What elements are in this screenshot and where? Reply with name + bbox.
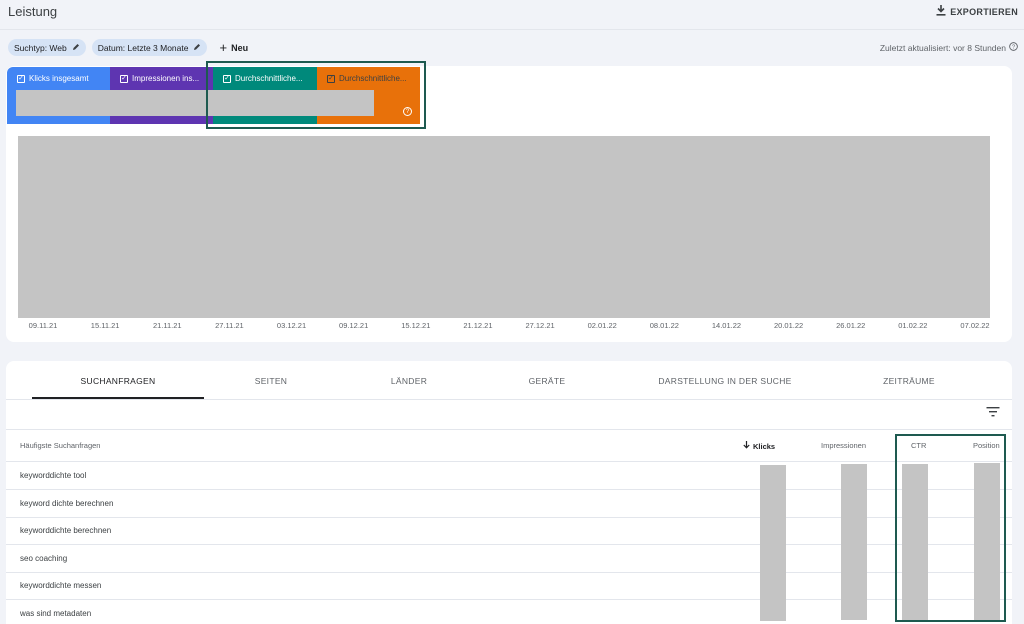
new-filter-button[interactable]: + Neu [219, 40, 248, 55]
tab-zeiträume[interactable]: ZEITRÄUME [883, 376, 935, 386]
filter-bar: Suchtyp: Web Datum: Letzte 3 Monate + Ne… [8, 39, 248, 56]
edit-icon [72, 43, 80, 53]
x-axis-tick-label: 14.01.22 [711, 321, 742, 330]
last-updated-label: Zuletzt aktualisiert: vor 8 Stunden [879, 42, 1006, 53]
metric-label: Klicks insgesamt [29, 74, 89, 83]
x-axis-tick-label: 26.01.22 [836, 321, 866, 330]
checkbox-icon[interactable]: ✓ [120, 74, 128, 83]
checkbox-icon[interactable]: ✓ [17, 74, 25, 83]
x-axis-tick-label: 27.12.21 [525, 321, 555, 330]
x-axis-tick-label: 01.02.22 [898, 321, 928, 330]
export-button[interactable]: EXPORTIEREN [936, 5, 1018, 18]
download-icon [936, 5, 946, 18]
help-icon[interactable]: ? [1009, 42, 1018, 53]
page-header: Leistung EXPORTIEREN [0, 0, 1024, 30]
query-cell: keyworddichte tool [20, 471, 87, 480]
tab-darstellung-in-der-suche[interactable]: DARSTELLUNG IN DER SUCHE [658, 376, 791, 386]
plus-icon: + [219, 40, 228, 55]
redacted-chart-area [18, 136, 990, 318]
highlight-box-ctr-position [895, 434, 1006, 622]
redacted-clicks-values [760, 465, 786, 621]
arrow-down-icon [743, 441, 750, 451]
x-axis-tick-label: 09.12.21 [339, 321, 369, 330]
last-updated: Zuletzt aktualisiert: vor 8 Stunden ? [880, 42, 1018, 53]
query-cell: was sind metadaten [20, 608, 92, 618]
query-cell: keyworddichte berechnen [20, 526, 112, 535]
column-header-impressions[interactable]: Impressionen [821, 441, 866, 450]
filter-icon[interactable] [986, 405, 1000, 417]
x-axis-tick-label: 21.12.21 [463, 321, 493, 330]
x-axis-tick-label: 15.12.21 [401, 321, 431, 330]
redacted-impressions-values [841, 464, 867, 620]
page-title: Leistung [8, 4, 58, 19]
tab-bar [6, 361, 1012, 400]
export-label: EXPORTIEREN [950, 6, 1018, 17]
edit-icon [193, 43, 201, 53]
column-header-query[interactable]: Häufigste Suchanfragen [20, 441, 100, 450]
tab-geräte[interactable]: GERÄTE [529, 376, 566, 386]
tab-seiten[interactable]: SEITEN [255, 376, 288, 386]
column-header-clicks-label: Klicks [753, 441, 776, 451]
new-filter-label: Neu [231, 42, 249, 53]
query-cell: seo coaching [20, 553, 68, 563]
search-type-chip[interactable]: Suchtyp: Web [8, 39, 86, 56]
x-axis-tick-label: 02.01.22 [587, 321, 617, 330]
date-label: Datum: Letzte 3 Monate [97, 42, 189, 53]
x-axis-tick-label: 07.02.22 [960, 321, 990, 330]
query-cell: keyword dichte berechnen [20, 498, 114, 508]
x-axis-tick-label: 09.11.21 [28, 321, 58, 330]
x-axis-tick-label: 20.01.22 [773, 321, 804, 330]
x-axis-tick-label: 21.11.21 [152, 321, 182, 330]
metric-label: Impressionen ins... [132, 74, 200, 83]
query-cell: keyworddichte messen [20, 581, 102, 590]
tab-suchanfragen[interactable]: SUCHANFRAGEN [81, 376, 156, 386]
search-type-label: Suchtyp: Web [14, 42, 67, 53]
x-axis-tick-label: 03.12.21 [276, 321, 307, 330]
x-axis-tick-label: 15.11.21 [90, 321, 120, 330]
column-header-clicks[interactable]: Klicks [743, 441, 775, 451]
x-axis-tick-label: 08.01.22 [649, 321, 679, 330]
active-tab-indicator [32, 397, 204, 399]
tab-länder[interactable]: LÄNDER [391, 376, 427, 386]
x-axis-tick-label: 27.11.21 [215, 321, 244, 330]
highlight-box-metrics [206, 61, 426, 129]
date-chip[interactable]: Datum: Letzte 3 Monate [91, 39, 208, 56]
